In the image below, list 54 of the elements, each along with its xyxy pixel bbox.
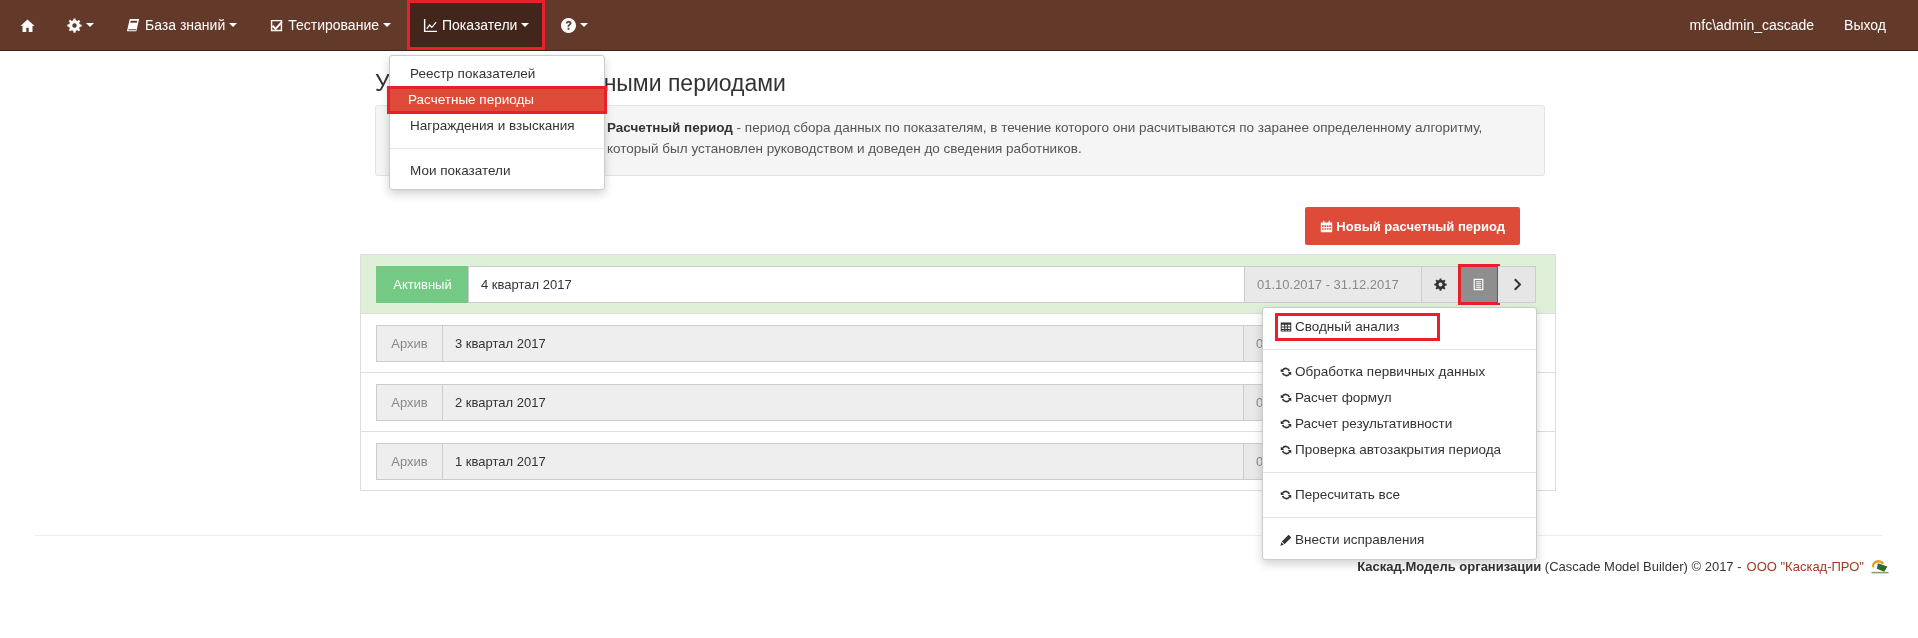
dropdown-item[interactable]: Расчет формул (1263, 385, 1536, 411)
dropdown-item[interactable]: Реестр показателей (390, 61, 604, 87)
logo-icon (1869, 558, 1891, 575)
calendar-icon (1320, 219, 1334, 233)
table-icon (1280, 321, 1292, 333)
period-name-field[interactable]: 1 квартал 2017 (442, 443, 1244, 480)
company-link[interactable]: ООО "Каскад-ПРО" (1746, 559, 1864, 574)
period-name-field[interactable]: 4 квартал 2017 (468, 266, 1245, 303)
help-icon (561, 17, 577, 33)
summary-button[interactable] (1460, 266, 1498, 303)
status-label: Архив (376, 443, 442, 480)
date-range: 01.10.2017 - 31.12.2017 (1245, 266, 1422, 303)
dropdown-item[interactable]: Мои показатели (390, 158, 604, 184)
document-icon (1472, 278, 1485, 291)
caret-icon (229, 23, 238, 27)
refresh-icon (1280, 418, 1292, 430)
status-label: Архив (376, 325, 442, 362)
caret-icon (521, 23, 530, 27)
dropdown-item[interactable]: Расчет результативности (1263, 411, 1536, 437)
gear-icon (67, 17, 82, 33)
page-title: У (375, 70, 390, 97)
pencil-icon (1280, 534, 1292, 546)
user-link[interactable]: mfc\admin_cascade (1689, 17, 1815, 33)
checkbox-icon (269, 17, 285, 33)
nav-menu-item[interactable]: Тестирование (253, 0, 407, 50)
line-chart-icon (423, 17, 438, 33)
status-label: Активный (376, 266, 468, 303)
refresh-icon (1280, 366, 1292, 378)
nav-menu-item[interactable]: База знаний (110, 0, 254, 50)
dropdown-item[interactable]: Пересчитать все (1263, 482, 1536, 508)
footer-text: Каскад.Модель организации (Cascade Model Builder) © 2017 - (1357, 559, 1742, 574)
dropdown-item[interactable]: Расчетные периоды (388, 87, 606, 113)
book-icon (126, 17, 141, 33)
dropdown-item[interactable]: Сводный анализ (1276, 314, 1439, 340)
new-period-button[interactable]: Новый расчетный период (1305, 207, 1520, 245)
caret-icon (580, 23, 589, 27)
dropdown-item[interactable]: Внести исправления (1263, 527, 1536, 553)
caret-icon (383, 23, 391, 27)
refresh-icon (1280, 392, 1292, 404)
nav-menu-item[interactable]: Показатели (407, 0, 546, 50)
refresh-icon (1280, 444, 1292, 456)
dropdown-item[interactable]: Награждения и взыскания (390, 113, 604, 139)
info-text: Расчетный период - период сбора данных по показателям, в течение которого они расчитываются по заранее определенному алгоритму, который был установлен руководством и доведен до сведения работников. (607, 119, 1484, 158)
home-icon (20, 17, 35, 33)
page-title: ными периодами (603, 70, 786, 97)
gear-icon (1434, 278, 1447, 291)
dropdown-item[interactable]: Обработка первичных данных (1263, 359, 1536, 385)
period-name-field[interactable]: 2 квартал 2017 (442, 384, 1244, 421)
logout-link[interactable]: Выход (1844, 17, 1886, 33)
caret-icon (86, 23, 94, 27)
period-name-field[interactable]: 3 квартал 2017 (442, 325, 1244, 362)
status-label: Архив (376, 384, 442, 421)
refresh-icon (1280, 489, 1292, 501)
settings-button[interactable] (1422, 266, 1460, 303)
